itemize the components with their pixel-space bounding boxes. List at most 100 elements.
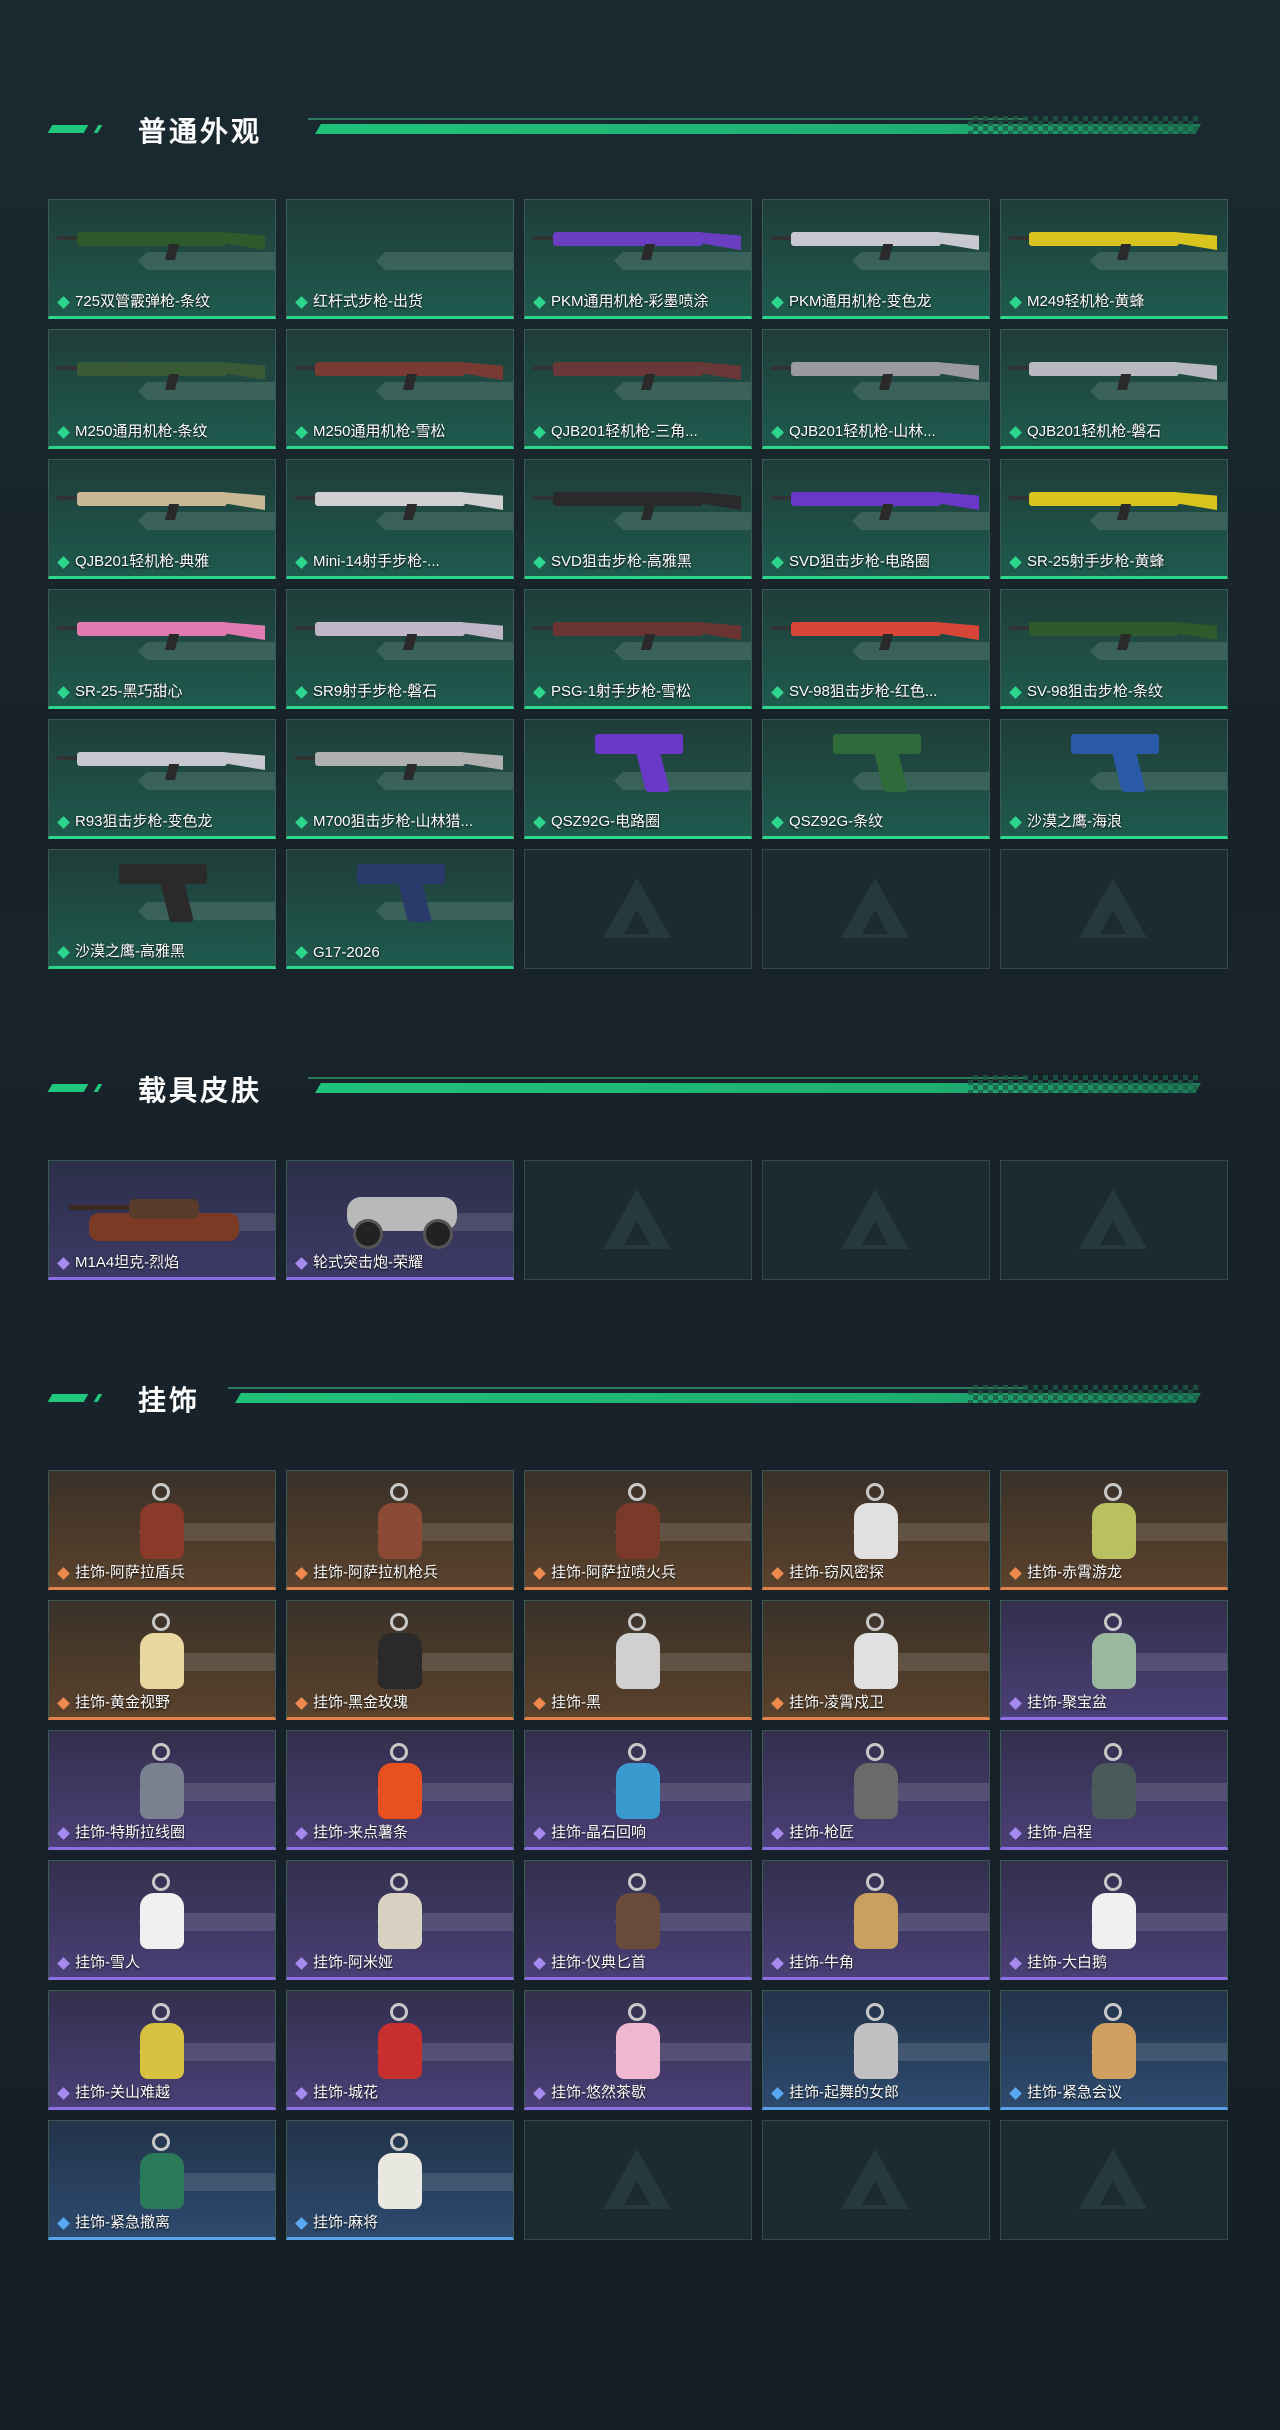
gun-body <box>1029 232 1179 246</box>
placeholder-logo-icon <box>862 2181 888 2205</box>
item-card[interactable]: 挂饰-紧急会议 <box>1000 1990 1228 2110</box>
weapon-image <box>1009 616 1217 650</box>
weapon-image <box>295 616 503 650</box>
item-card[interactable]: M250通用机枪-雪松 <box>286 329 514 449</box>
item-card[interactable]: 挂饰-悠然茶歇 <box>524 1990 752 2110</box>
charm-figure <box>854 1503 898 1559</box>
item-card[interactable]: 挂饰-起舞的女郎 <box>762 1990 990 2110</box>
item-card[interactable]: QJB201轻机枪-三角... <box>524 329 752 449</box>
item-card[interactable]: M249轻机枪-黄蜂 <box>1000 199 1228 319</box>
item-card[interactable]: 挂饰-麻将 <box>286 2120 514 2240</box>
item-card[interactable]: QJB201轻机枪-山林... <box>762 329 990 449</box>
item-card[interactable]: 挂饰-启程 <box>1000 1730 1228 1850</box>
charm-image <box>846 1743 906 1823</box>
section-title: 普通外观 <box>138 116 263 147</box>
item-card[interactable]: 挂饰-阿萨拉机枪兵 <box>286 1470 514 1590</box>
item-card[interactable]: QSZ92G-条纹 <box>762 719 990 839</box>
item-card[interactable]: 挂饰-黑 <box>524 1600 752 1720</box>
item-card[interactable]: 挂饰-黑金玫瑰 <box>286 1600 514 1720</box>
weapon-image <box>771 616 979 650</box>
item-card[interactable]: 挂饰-窃风密探 <box>762 1470 990 1590</box>
pistol-image <box>357 864 447 924</box>
item-card[interactable]: 沙漠之鹰-高雅黑 <box>48 849 276 969</box>
rarity-diamond-icon <box>1009 2087 1022 2100</box>
rarity-diamond-icon <box>771 296 784 309</box>
item-card[interactable]: SVD狙击步枪-高雅黑 <box>524 459 752 579</box>
gun-body <box>77 752 227 766</box>
item-card[interactable]: M1A4坦克-烈焰 <box>48 1160 276 1280</box>
item-name: G17-2026 <box>313 944 380 961</box>
item-card[interactable]: 挂饰-阿萨拉盾兵 <box>48 1470 276 1590</box>
item-card[interactable]: 沙漠之鹰-海浪 <box>1000 719 1228 839</box>
empty-slot <box>524 2120 752 2240</box>
rarity-diamond-icon <box>57 946 70 959</box>
charm-ring <box>390 2133 408 2151</box>
item-card[interactable]: G17-2026 <box>286 849 514 969</box>
item-card[interactable]: 挂饰-大白鹅 <box>1000 1860 1228 1980</box>
charm-figure <box>616 1763 660 1819</box>
rarity-diamond-icon <box>1009 1957 1022 1970</box>
item-card[interactable]: QJB201轻机枪-磐石 <box>1000 329 1228 449</box>
item-card[interactable]: 红杆式步枪-出货 <box>286 199 514 319</box>
charm-image <box>846 1873 906 1953</box>
item-card[interactable]: 挂饰-城花 <box>286 1990 514 2110</box>
item-card[interactable]: SR-25射手步枪-黄蜂 <box>1000 459 1228 579</box>
charm-figure <box>1092 2023 1136 2079</box>
item-name: M249轻机枪-黄蜂 <box>1027 293 1145 310</box>
item-card[interactable]: 挂饰-特斯拉线圈 <box>48 1730 276 1850</box>
item-card[interactable]: PKM通用机枪-变色龙 <box>762 199 990 319</box>
item-card[interactable]: 挂饰-凌霄戍卫 <box>762 1600 990 1720</box>
item-card[interactable]: 挂饰-雪人 <box>48 1860 276 1980</box>
item-card[interactable]: QJB201轻机枪-典雅 <box>48 459 276 579</box>
item-card[interactable]: M700狙击步枪-山林猎... <box>286 719 514 839</box>
item-card[interactable]: PKM通用机枪-彩墨喷涂 <box>524 199 752 319</box>
item-card[interactable]: 挂饰-阿米娅 <box>286 1860 514 1980</box>
item-grid: 725双管霰弹枪-条纹 红杆式步枪-出货 PKM通用机枪-彩墨喷涂 PKM通用机枪-变… <box>48 199 1228 969</box>
item-card[interactable]: R93狙击步枪-变色龙 <box>48 719 276 839</box>
charm-ring <box>390 1613 408 1631</box>
item-card[interactable]: 挂饰-枪匠 <box>762 1730 990 1850</box>
charm-image <box>846 1613 906 1693</box>
item-card[interactable]: SV-98狙击步枪-条纹 <box>1000 589 1228 709</box>
tank-image <box>69 1187 239 1247</box>
item-card[interactable]: M250通用机枪-条纹 <box>48 329 276 449</box>
rarity-diamond-icon <box>295 296 308 309</box>
item-card[interactable]: SV-98狙击步枪-红色... <box>762 589 990 709</box>
rarity-diamond-icon <box>57 1957 70 1970</box>
item-card[interactable]: SR-25-黑巧甜心 <box>48 589 276 709</box>
item-card[interactable]: 轮式突击炮-荣耀 <box>286 1160 514 1280</box>
item-card[interactable]: SR9射手步枪-磐石 <box>286 589 514 709</box>
item-card[interactable]: Mini-14射手步枪-... <box>286 459 514 579</box>
charm-ring <box>390 1743 408 1761</box>
item-card[interactable]: SVD狙击步枪-电路圈 <box>762 459 990 579</box>
item-card[interactable]: 挂饰-牛角 <box>762 1860 990 1980</box>
weapon-image <box>57 616 265 650</box>
item-card[interactable]: 挂饰-仪典匕首 <box>524 1860 752 1980</box>
item-name: 挂饰-仪典匕首 <box>551 1954 646 1971</box>
item-name: 沙漠之鹰-高雅黑 <box>75 943 185 960</box>
placeholder-logo-icon <box>1100 1221 1126 1245</box>
item-card[interactable]: 挂饰-赤霄游龙 <box>1000 1470 1228 1590</box>
item-card[interactable]: 挂饰-关山难越 <box>48 1990 276 2110</box>
item-card[interactable]: PSG-1射手步枪-雪松 <box>524 589 752 709</box>
charm-ring <box>152 1873 170 1891</box>
pistol-slide <box>595 734 683 754</box>
weapon-image <box>295 486 503 520</box>
pistol-grip <box>874 752 908 792</box>
item-card[interactable]: 挂饰-聚宝盆 <box>1000 1600 1228 1720</box>
gun-stock <box>221 622 265 640</box>
item-card[interactable]: 挂饰-来点薯条 <box>286 1730 514 1850</box>
tank-turret <box>129 1199 199 1219</box>
item-card[interactable]: 725双管霰弹枪-条纹 <box>48 199 276 319</box>
item-card[interactable]: 挂饰-阿萨拉喷火兵 <box>524 1470 752 1590</box>
gun-stock <box>1173 622 1217 640</box>
item-card[interactable]: 挂饰-黄金视野 <box>48 1600 276 1720</box>
item-card[interactable]: QSZ92G-电路圈 <box>524 719 752 839</box>
empty-slot <box>524 849 752 969</box>
gun-body <box>553 622 703 636</box>
charm-image <box>608 1483 668 1563</box>
charm-image <box>132 1613 192 1693</box>
item-card[interactable]: 挂饰-晶石回响 <box>524 1730 752 1850</box>
item-card[interactable]: 挂饰-紧急撤离 <box>48 2120 276 2240</box>
rarity-diamond-icon <box>533 816 546 829</box>
